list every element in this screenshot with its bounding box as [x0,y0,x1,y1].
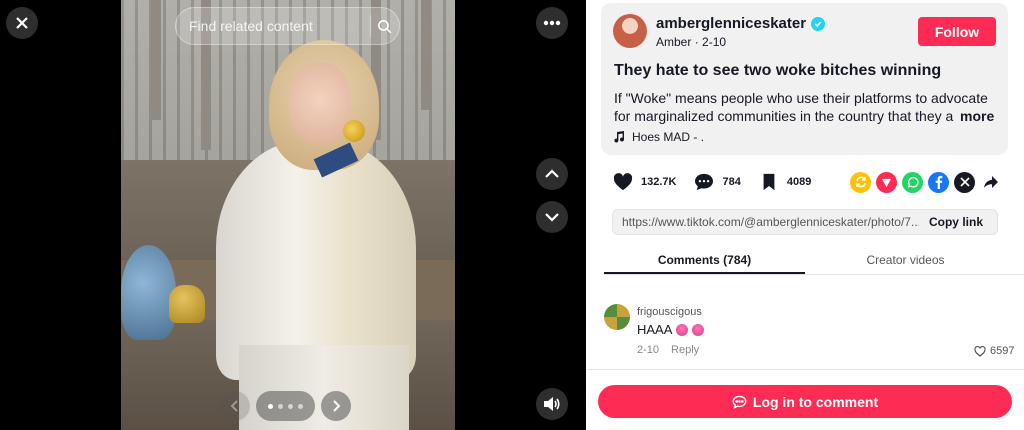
laughing-emoji-icon [692,323,705,336]
comment-like-count: 6597 [990,345,1015,357]
author-username[interactable]: amberglenniceskater [656,15,806,32]
x-icon[interactable] [954,171,975,193]
share-arrow-icon[interactable] [980,172,1001,193]
action-bar: 132.7K 784 4089 [611,170,1001,194]
description-line-row: for marginalized communities in the coun… [614,107,1004,125]
verified-badge-icon [811,16,826,31]
photo-face [289,62,351,146]
more-horizontal-icon [543,20,561,26]
tab-comments[interactable]: Comments (784) [604,245,805,274]
comment-like[interactable]: 6597 [974,345,1014,357]
copy-link-button[interactable]: Copy link [919,215,997,229]
more-link[interactable]: more [960,107,994,125]
description-line: for marginalized communities in the coun… [614,108,954,124]
close-button[interactable] [6,7,38,39]
author-username-row: amberglenniceskater [656,15,826,32]
login-to-comment-button[interactable]: Log in to comment [598,385,1012,418]
post-link-box: https://www.tiktok.com/@amberglenniceska… [612,209,998,235]
whatsapp-icon[interactable] [902,171,923,193]
chevron-right-icon [333,400,340,412]
post-photo[interactable] [121,0,455,430]
post-info-card: amberglenniceskater Amber · 2-10 Follow … [601,3,1008,155]
media-viewer [0,0,586,430]
more-options-button[interactable] [536,7,568,39]
send-icon[interactable] [876,171,897,193]
panel-tabs: Comments (784) Creator videos [604,245,1024,275]
author-subtitle: Amber · 2-10 [656,35,726,49]
photo-elephant-figurine [169,285,205,323]
comment-text-row: HAAA [637,322,705,337]
subtitle-separator: · [694,35,703,49]
comment-text: HAAA [637,322,673,337]
post-title: They hate to see two woke bitches winnin… [614,62,942,79]
photo-spire [151,0,161,120]
close-icon [16,17,28,29]
volume-icon [544,397,560,411]
heart-outline-icon [974,345,986,357]
carousel-next-button[interactable] [321,391,351,421]
heart-icon [611,170,635,194]
comment-meta: 2-10 Reply [637,344,699,356]
comment-date: 2-10 [637,344,660,356]
music-row[interactable]: Hoes MAD - . [614,130,704,144]
carousel-dot[interactable] [298,403,303,409]
like-count: 132.7K [641,176,677,188]
repost-icon[interactable] [850,171,871,193]
music-title: Hoes MAD - . [632,130,705,144]
carousel-dot[interactable] [268,403,273,409]
post-description: If "Woke" means people who use their pla… [614,89,1004,125]
comment-count: 784 [722,176,741,188]
tab-creator-videos[interactable]: Creator videos [805,245,1006,274]
share-icons [850,171,1001,193]
comment-bubble-icon [692,170,716,194]
save-count: 4089 [786,176,812,188]
post-date: 2-10 [702,35,727,49]
carousel-dot[interactable] [278,403,283,409]
photo-spire [421,0,431,110]
chevron-left-icon [231,400,238,412]
login-to-comment-label: Log in to comment [752,393,879,410]
photo-medal [343,120,365,142]
music-note-icon [614,131,624,143]
previous-post-button[interactable] [536,158,568,190]
bookmark-icon [757,170,781,194]
volume-button[interactable] [536,388,568,420]
search-icon [378,19,392,33]
author-avatar[interactable] [613,14,647,48]
related-search-input[interactable] [176,8,370,44]
commenter-username[interactable]: frigouscigous [637,306,702,318]
reply-link[interactable]: Reply [671,344,699,356]
photo-vase [121,245,176,340]
search-button[interactable] [371,8,399,44]
footer-divider [586,369,1024,370]
save-action[interactable]: 4089 [757,170,811,194]
photo-carousel-controls [220,391,351,421]
post-link-url[interactable]: https://www.tiktok.com/@amberglenniceska… [613,215,919,229]
facebook-icon[interactable] [928,171,949,193]
like-action[interactable]: 132.7K [611,170,676,194]
chevron-down-icon [545,213,559,222]
photo-jacket [216,140,416,380]
laughing-emoji-icon [676,323,689,336]
chevron-up-icon [545,169,559,178]
commenter-avatar[interactable] [604,304,630,330]
comment-action[interactable]: 784 [692,170,741,194]
comment-bubble-icon [732,395,747,409]
description-line: If "Woke" means people who use their pla… [614,90,988,106]
related-search-bar [175,7,400,45]
next-post-button[interactable] [536,201,568,233]
carousel-dots [256,391,315,421]
follow-button[interactable]: Follow [918,17,996,46]
carousel-prev-button[interactable] [220,391,250,421]
post-details-panel: amberglenniceskater Amber · 2-10 Follow … [586,0,1024,430]
author-display-name: Amber [656,35,692,49]
carousel-dot[interactable] [288,403,293,409]
